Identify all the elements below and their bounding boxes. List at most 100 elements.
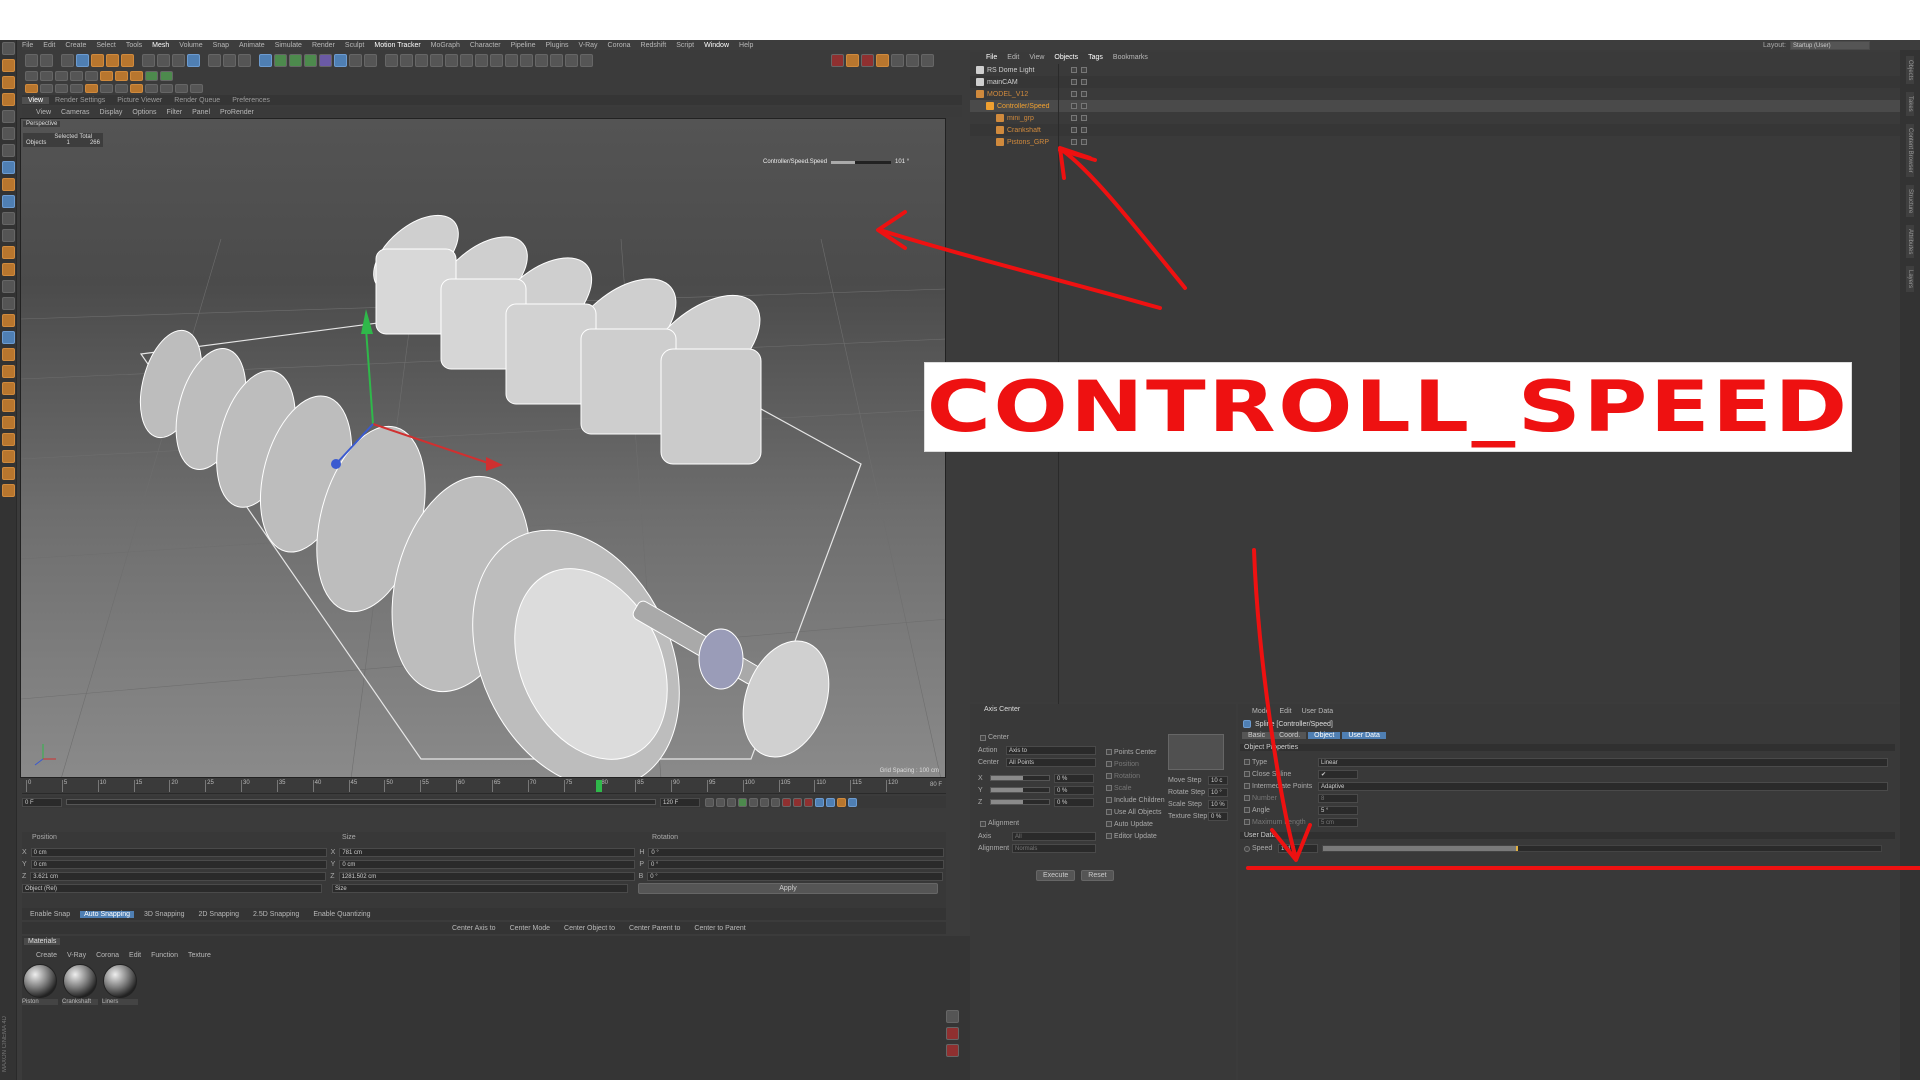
attr-tab[interactable]: Object [1308,732,1341,739]
speed-slider[interactable] [1322,845,1882,852]
mat-tool-c-icon[interactable] [946,1044,959,1057]
s17-icon[interactable] [1,484,15,497]
viewport-menu-item[interactable]: Panel [192,109,210,116]
axis-slider[interactable] [990,775,1050,781]
s4-icon[interactable] [1,263,15,276]
max-frame-field[interactable]: 120 F [660,797,700,807]
attr-prop-value[interactable]: Linear [1318,757,1888,767]
attr-anim-dot[interactable] [1244,771,1250,777]
coord-field[interactable]: 0 ° [647,871,944,881]
hud-speed-track[interactable] [831,160,892,164]
snap-item[interactable]: 3D Snapping [140,911,188,918]
om-menu-item[interactable]: Tags [1088,54,1103,61]
object-row[interactable]: MODEL_V12 [970,88,1900,100]
om-menu-item[interactable]: File [986,54,997,61]
tool-c-icon[interactable] [415,53,428,67]
start-frame-field[interactable]: 0 F [22,797,62,807]
object-visibility[interactable] [1069,139,1089,145]
menu-item[interactable]: Snap [213,42,229,49]
object-visibility[interactable] [1069,79,1089,85]
autokey-icon[interactable] [793,797,802,807]
axis-option-checkbox[interactable] [1106,809,1112,815]
s15-icon[interactable] [1,450,15,463]
row2-a-icon[interactable] [25,71,38,81]
axis-mode-icon[interactable] [1,144,15,157]
reset-button[interactable]: Reset [1081,870,1114,881]
mat-tool-a-icon[interactable] [946,1010,959,1023]
snap-item[interactable]: 2.5D Snapping [249,911,303,918]
axis-option-checkbox[interactable] [1106,749,1112,755]
menu-item[interactable]: Pipeline [511,42,536,49]
materials-menu-item[interactable]: Edit [129,952,141,959]
record-icon[interactable] [782,797,791,807]
row3-f-icon[interactable] [100,84,113,93]
attr-tab[interactable]: Basic [1242,732,1272,739]
redo-button-icon[interactable] [40,53,53,67]
row3-h-icon[interactable] [130,84,143,93]
row3-j-icon[interactable] [160,84,173,93]
attr-anim-dot[interactable] [1244,819,1250,825]
viewport-menu-item[interactable]: Display [99,109,122,116]
rs-b-icon[interactable] [906,53,919,67]
axis-option[interactable]: Scale [1104,782,1165,794]
s11-icon[interactable] [1,382,15,395]
menu-item[interactable]: Help [739,42,753,49]
menu-item[interactable]: Create [65,42,86,49]
material-swatch[interactable]: Liners [102,964,138,1005]
menu-item[interactable]: Animate [239,42,265,49]
menu-item[interactable]: File [22,42,33,49]
mat-tool-b-icon[interactable] [946,1027,959,1040]
coordinate-system-icon[interactable] [187,53,200,67]
row3-a-icon[interactable] [25,84,38,93]
render-visibility-icon[interactable] [1081,79,1087,85]
prev-frame-icon[interactable] [727,797,736,807]
attr-menu-item[interactable]: Mode [1252,708,1270,715]
row3-c-icon[interactable] [55,84,68,93]
render-visibility-icon[interactable] [1081,91,1087,97]
render-visibility-icon[interactable] [1081,67,1087,73]
cube-icon[interactable] [259,53,272,67]
material-swatch[interactable]: Piston [22,964,58,1005]
alignment-select[interactable]: Normals [1012,844,1096,853]
menu-item[interactable]: V-Ray [578,42,597,49]
materials-menu-item[interactable]: Create [36,952,57,959]
recent-tool-icon[interactable] [121,53,134,67]
menu-item[interactable]: Select [96,42,115,49]
editor-visibility-icon[interactable] [1071,139,1077,145]
row2-h-icon[interactable] [130,71,143,81]
key-rotation-icon[interactable] [837,797,846,807]
s6-icon[interactable] [1,297,15,310]
next-key-icon[interactable] [760,797,769,807]
axis-slider-value[interactable]: 0 % [1054,785,1094,795]
s10-icon[interactable] [1,365,15,378]
object-name[interactable]: Controller/Speed [997,103,1063,110]
viewport-tab[interactable]: View [22,96,50,104]
attr-prop-value[interactable]: 5 cm [1318,817,1358,827]
apply-button[interactable]: Apply [638,882,938,894]
axis-option[interactable]: Include Children [1104,794,1165,806]
key-position-icon[interactable] [815,797,824,807]
menu-item[interactable]: Redshift [641,42,667,49]
coord-field[interactable]: 1281.502 cm [338,871,635,881]
menu-item[interactable]: Script [676,42,694,49]
menu-item[interactable]: Mesh [152,42,169,49]
s3-icon[interactable] [1,246,15,259]
tool-l-icon[interactable] [550,53,563,67]
axis-slider[interactable] [990,787,1050,793]
undo-button-icon[interactable] [25,53,38,67]
attr-prop-value[interactable]: 5 ° [1318,805,1358,815]
axis-option-checkbox[interactable] [1106,833,1112,839]
coord-size-select[interactable]: Size [332,883,628,893]
center-tool-item[interactable]: Center Parent to [629,925,680,932]
side-tab[interactable]: Takes [1906,92,1914,117]
render-settings-icon[interactable] [238,53,251,67]
ipr-icon[interactable] [846,53,859,67]
camera-icon[interactable] [349,53,362,67]
rs-c-icon[interactable] [921,53,934,67]
object-row[interactable]: Pistons_GRP [970,136,1900,148]
axis-option-checkbox[interactable] [1106,797,1112,803]
axis-option[interactable]: Editor Update [1104,830,1165,842]
s16-icon[interactable] [1,467,15,480]
menu-item[interactable]: Character [470,42,501,49]
axis-option-checkbox[interactable] [1106,773,1112,779]
